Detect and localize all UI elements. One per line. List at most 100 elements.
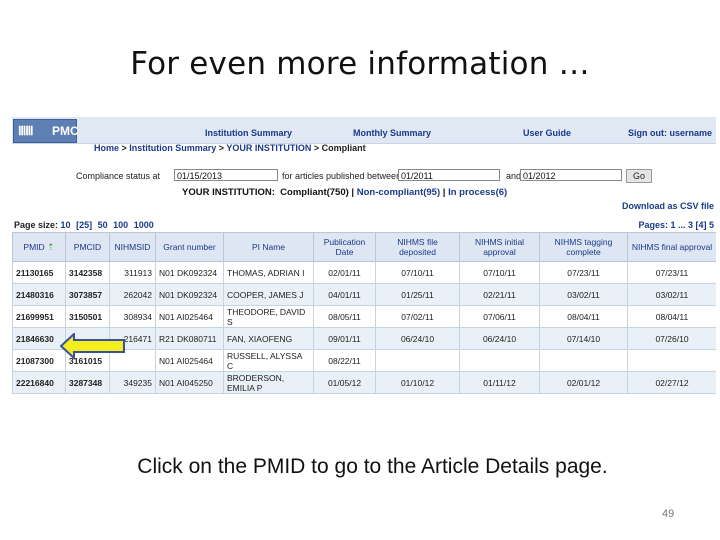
go-button[interactable]: Go [626,169,652,183]
page-size-option[interactable]: [25] [76,220,92,230]
pi-name-cell: THOMAS, ADRIAN I [223,261,314,284]
top-navigation-bar: ⅢⅢ PMC Institution Summary Monthly Summa… [12,117,716,144]
pub-date-cell: 01/05/12 [313,371,376,394]
slide-title: For even more information … [130,46,590,82]
pmc-logo[interactable]: ⅢⅢ PMC [13,119,79,143]
pagination[interactable]: Pages: 1 ... 3 [4] 5 [638,220,714,230]
breadcrumb-institution-summary[interactable]: Institution Summary [129,143,216,153]
col-header-tagging-complete[interactable]: NIHMS tagging complete [539,232,628,262]
final-approval-cell: 02/27/12 [627,371,716,394]
pmid-link[interactable]: 21699951 [12,305,66,328]
pub-date-cell: 02/01/11 [313,261,376,284]
pmid-link[interactable]: 21846630 [12,327,66,350]
page-size-label: Page size: [14,220,59,230]
download-csv-link[interactable]: Download as CSV file [622,201,714,211]
tagging-complete-cell [539,349,628,372]
final-approval-cell: 03/02/11 [627,283,716,306]
nihmsid-cell: 262042 [109,283,156,306]
pub-date-cell: 04/01/11 [313,283,376,306]
col-header-pmid[interactable]: PMID ⇡ [12,232,66,262]
col-header-pmcid[interactable]: PMCID [65,232,110,262]
nihmsid-cell: 308934 [109,305,156,328]
grant-cell: R21 DK080711 [155,327,224,350]
final-approval-cell: 07/23/11 [627,261,716,284]
pmcid-link[interactable]: 3150501 [65,305,110,328]
compliant-count: Compliant(750) [280,187,349,198]
nav-monthly-summary[interactable]: Monthly Summary [353,128,431,138]
nav-sign-out[interactable]: Sign out: username [628,128,712,138]
file-deposited-cell [375,349,460,372]
pmcid-link[interactable]: 3287348 [65,371,110,394]
date-range-label: for articles published between [282,171,402,181]
pi-name-cell: THEODORE, DAVID S [223,305,314,328]
page-size-option[interactable]: 50 [98,220,108,230]
pmid-link[interactable]: 21130165 [12,261,66,284]
institution-label: YOUR INSTITUTION: [182,187,275,198]
initial-approval-cell: 01/11/12 [459,371,540,394]
tagging-complete-cell: 02/01/12 [539,371,628,394]
table-row: 21699951 3150501 308934 N01 AI025464 THE… [12,305,716,328]
page-size-selector: Page size: 10 [25] 50 100 1000 [14,220,157,230]
nav-institution-summary[interactable]: Institution Summary [205,128,292,138]
col-header-final-approval[interactable]: NIHMS final approval [627,232,716,262]
slide-page-number: 49 [662,508,675,520]
breadcrumb-separator: > [119,143,130,153]
file-deposited-cell: 07/02/11 [375,305,460,328]
breadcrumb-current: Compliant [321,143,366,153]
pmcid-link[interactable]: 3073857 [65,283,110,306]
col-header-pub-date[interactable]: Publication Date [313,232,376,262]
breadcrumb: Home > Institution Summary > YOUR INSTIT… [94,143,366,153]
pi-name-cell: FAN, XIAOFENG [223,327,314,350]
col-header-grant[interactable]: Grant number [155,232,224,262]
pmid-link[interactable]: 21087300 [12,349,66,372]
pub-date-cell: 08/22/11 [313,349,376,372]
compliance-table: PMID ⇡ PMCID NIHMSID Grant number PI Nam… [12,232,716,394]
logo-text: PMC [52,124,79,138]
institution-status-line: YOUR INSTITUTION: Compliant(750) | Non-c… [182,187,507,198]
table-header-row: PMID ⇡ PMCID NIHMSID Grant number PI Nam… [12,232,716,262]
nav-user-guide[interactable]: User Guide [523,128,571,138]
header-label: PMID [23,242,45,252]
pmcid-link[interactable]: 3142358 [65,261,110,284]
breadcrumb-separator: > [216,143,227,153]
breadcrumb-your-institution[interactable]: YOUR INSTITUTION [226,143,311,153]
grant-cell: N01 DK092324 [155,283,224,306]
noncompliant-link[interactable]: Non-compliant(95) [357,187,440,198]
pi-name-cell: BRODERSON, EMILIA P [223,371,314,394]
breadcrumb-separator: > [311,143,322,153]
to-date-input[interactable]: 01/2012 [520,169,622,181]
table-row: 22216840 3287348 349235 N01 AI045250 BRO… [12,371,716,394]
breadcrumb-home[interactable]: Home [94,143,119,153]
tagging-complete-cell: 03/02/11 [539,283,628,306]
page-size-option[interactable]: 10 [61,220,71,230]
col-header-initial-approval[interactable]: NIHMS initial approval [459,232,540,262]
file-deposited-cell: 07/10/11 [375,261,460,284]
initial-approval-cell: 02/21/11 [459,283,540,306]
final-approval-cell [627,349,716,372]
inprocess-link[interactable]: In process(6) [448,187,507,198]
col-header-file-deposited[interactable]: NIHMS file deposited [375,232,460,262]
final-approval-cell: 08/04/11 [627,305,716,328]
page-size-option[interactable]: 1000 [134,220,154,230]
initial-approval-cell: 06/24/10 [459,327,540,350]
pi-name-cell: COOPER, JAMES J [223,283,314,306]
pmid-link[interactable]: 22216840 [12,371,66,394]
from-date-input[interactable]: 01/2011 [398,169,500,181]
initial-approval-cell: 07/10/11 [459,261,540,284]
grant-cell: N01 DK092324 [155,261,224,284]
pmid-link[interactable]: 21480316 [12,283,66,306]
initial-approval-cell: 07/06/11 [459,305,540,328]
status-separator: | [348,187,357,198]
status-separator: | [440,187,449,198]
nihmsid-cell: 349235 [109,371,156,394]
grant-cell: N01 AI045250 [155,371,224,394]
file-deposited-cell: 06/24/10 [375,327,460,350]
col-header-nihmsid[interactable]: NIHMSID [109,232,156,262]
pillars-icon: ⅢⅢ [18,124,34,138]
status-date-input[interactable]: 01/15/2013 [174,169,278,181]
col-header-pi-name[interactable]: PI Name [223,232,314,262]
page-size-option[interactable]: 100 [113,220,128,230]
compliance-status-label: Compliance status at [76,171,161,181]
sort-arrow-icon: ⇡ [47,242,55,252]
tagging-complete-cell: 07/14/10 [539,327,628,350]
